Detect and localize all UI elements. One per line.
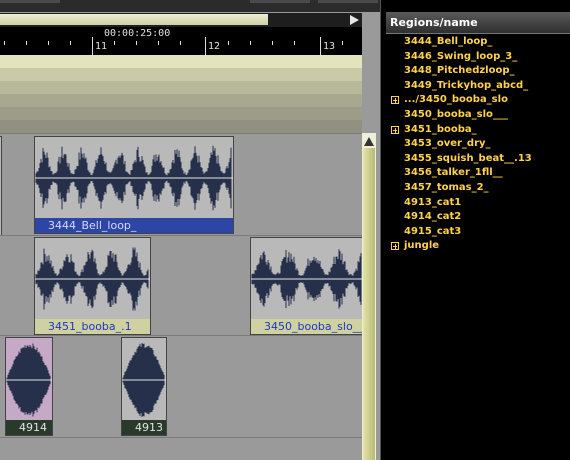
regions-list-item[interactable]: jungle: [386, 239, 570, 254]
waveform: [122, 343, 166, 417]
region-name-label: 3444_Bell_loop_: [35, 218, 233, 233]
regions-list-item[interactable]: 4913_cat1: [386, 196, 570, 211]
marker-lanes: [0, 55, 362, 133]
horizontal-scroll-thumb[interactable]: [0, 14, 268, 25]
regions-list-item[interactable]: 3449_Trickyhop_abcd_: [386, 79, 570, 94]
regions-list-item[interactable]: 3453_over_dry_: [386, 137, 570, 152]
audio-track-1[interactable]: 3444_Bell_loop_: [0, 133, 362, 236]
regions-list-item-label: 3449_Trickyhop_abcd_: [404, 79, 529, 91]
waveform: [35, 247, 150, 311]
regions-list-item-label: 4915_cat3: [404, 225, 462, 237]
audio-track-4[interactable]: [0, 437, 362, 460]
audio-region[interactable]: 3450_booba_slo___: [250, 237, 364, 335]
regions-list-item-label: 4914_cat2: [404, 211, 462, 223]
horizontal-scrollbar[interactable]: [0, 13, 362, 27]
regions-list-item[interactable]: .../3450_booba_slo: [386, 93, 570, 108]
regions-list-item-label: 3446_Swing_loop_3_: [404, 50, 518, 62]
region-name-label: 4914: [6, 420, 52, 435]
vertical-scrollbar[interactable]: [362, 133, 376, 460]
regions-list-item[interactable]: 3457_tomas_2_: [386, 181, 570, 196]
regions-list-item[interactable]: 3451_booba_: [386, 123, 570, 138]
regions-list-item-label: 3455_squish_beat__.13: [404, 152, 532, 164]
regions-list-item-label: 3453_over_dry_: [404, 138, 491, 150]
regions-list-item-label: jungle: [404, 240, 440, 252]
regions-list-item[interactable]: 3455_squish_beat__.13: [386, 152, 570, 167]
ruler-timecode: 00:00:25:00: [104, 28, 171, 39]
regions-list-header[interactable]: Regions/name: [386, 12, 570, 34]
regions-list-item[interactable]: 3444_Bell_loop_: [386, 35, 570, 50]
audio-region[interactable]: 4914: [5, 337, 53, 436]
expand-plus-icon[interactable]: [391, 96, 399, 105]
waveform: [251, 249, 363, 309]
audio-region[interactable]: 4913: [121, 337, 167, 436]
regions-list-item-label: 3456_talker_1fll__: [404, 167, 503, 179]
region-name-label: 4913: [122, 420, 166, 435]
regions-list-item-label: 3450_booba_slo___: [404, 108, 508, 120]
region-name-label: 3450_booba_slo___: [251, 319, 363, 334]
audio-track-2[interactable]: 3451_booba_.1 3450_booba_slo___: [0, 235, 364, 336]
expand-plus-icon[interactable]: [391, 242, 399, 251]
timeline-ruler[interactable]: 00:00:25:00 11 12 13: [0, 27, 362, 55]
audio-track-3[interactable]: 4914 4913: [0, 335, 362, 438]
regions-list: 3444_Bell_loop_ 3446_Swing_loop_3_ 3448_Pi…: [386, 34, 570, 254]
scroll-right-arrow-icon[interactable]: [347, 13, 362, 27]
regions-list-item-label: 3448_Pitchedzloop_: [404, 65, 515, 77]
audio-region[interactable]: 3451_booba_.1: [34, 237, 151, 335]
regions-list-item-label: 4913_cat1: [404, 196, 462, 208]
regions-list-item-label: 3457_tomas_2_: [404, 181, 489, 193]
region-name-label: 3451_booba_.1: [35, 319, 150, 334]
regions-list-item-label: 3444_Bell_loop_: [404, 36, 493, 47]
ruler-bar-number: 11: [95, 41, 108, 52]
waveform: [6, 343, 52, 417]
regions-list-item[interactable]: 3450_booba_slo___: [386, 108, 570, 123]
regions-list-item-label: .../3450_booba_slo: [404, 94, 508, 106]
ruler-bar-number: 13: [323, 41, 336, 52]
audio-region[interactable]: 3444_Bell_loop_: [34, 136, 234, 234]
regions-list-item[interactable]: 3446_Swing_loop_3_: [386, 50, 570, 65]
regions-list-panel: Regions/name 3444_Bell_loop_ 3446_Swing_l…: [386, 12, 570, 460]
scroll-up-arrow-icon[interactable]: [364, 137, 374, 146]
ruler-bar-number: 12: [208, 41, 221, 52]
regions-list-item[interactable]: 3448_Pitchedzloop_: [386, 64, 570, 79]
vertical-scroll-thumb[interactable]: [363, 148, 375, 460]
regions-list-item-label: 3451_booba_: [404, 123, 477, 135]
waveform: [35, 145, 233, 211]
regions-list-item[interactable]: 4914_cat2: [386, 210, 570, 225]
regions-list-item[interactable]: 3456_talker_1fll__: [386, 166, 570, 181]
edit-window: 00:00:25:00 11 12 13 3444_Bell_loop_ 345…: [0, 0, 380, 460]
toolbar-strip: [0, 0, 380, 12]
regions-list-item[interactable]: 4915_cat3: [386, 225, 570, 240]
expand-plus-icon[interactable]: [391, 125, 399, 134]
